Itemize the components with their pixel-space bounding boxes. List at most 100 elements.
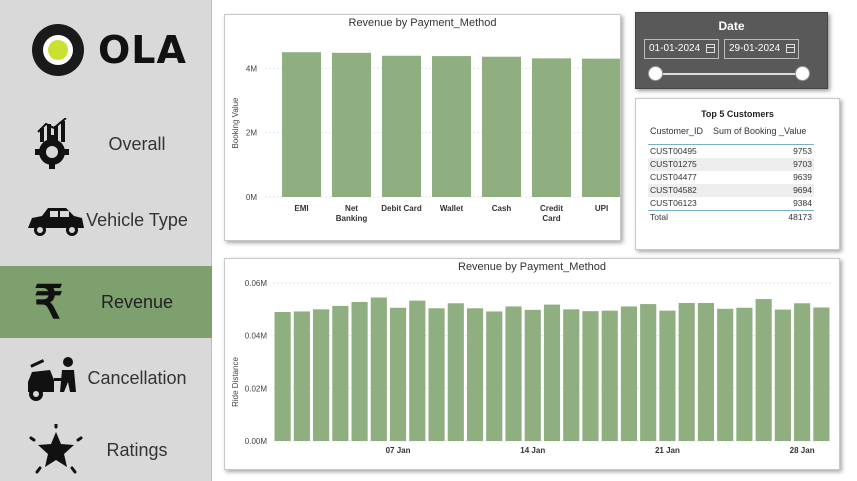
bar[interactable] bbox=[717, 308, 734, 441]
ola-logo: OLA bbox=[30, 22, 190, 78]
x-tick-label: EMI bbox=[294, 204, 308, 213]
x-tick-label: 28 Jan bbox=[790, 446, 815, 455]
bar[interactable] bbox=[755, 299, 772, 441]
ride-distance-bar-chart: 0.00M 0.02M 0.04M 0.06M Ride Distance 07 Jan 1… bbox=[231, 279, 831, 455]
nav-label-cancellation: Cancellation bbox=[87, 368, 187, 388]
cell-customer-id: CUST04477 bbox=[650, 172, 697, 182]
nav-item-cancellation[interactable]: Cancellation bbox=[0, 342, 212, 414]
bar[interactable] bbox=[382, 55, 421, 197]
nav-label-overall: Overall bbox=[108, 134, 166, 154]
bar[interactable] bbox=[447, 303, 464, 441]
bar[interactable] bbox=[389, 307, 407, 441]
nav-label-revenue: Revenue bbox=[100, 292, 174, 312]
nav-item-revenue[interactable]: ₹ Revenue bbox=[0, 266, 212, 338]
bar[interactable] bbox=[813, 307, 830, 441]
nav-item-overall[interactable]: Overall bbox=[0, 108, 212, 180]
bar[interactable] bbox=[620, 306, 638, 441]
table-total-row: Total 48173 bbox=[648, 210, 814, 223]
cell-customer-id: CUST06123 bbox=[650, 198, 697, 208]
table-row: CUST04582 9694 bbox=[648, 184, 814, 197]
cell-booking-value: 9694 bbox=[793, 185, 812, 195]
nav-item-vehicle-type[interactable]: Vehicle Type bbox=[0, 184, 212, 256]
bar[interactable] bbox=[332, 52, 371, 197]
x-tick-label: Card bbox=[542, 214, 560, 223]
svg-text:₹: ₹ bbox=[34, 276, 63, 328]
bar[interactable] bbox=[774, 309, 791, 441]
bar[interactable] bbox=[563, 309, 580, 441]
y-tick-label: 4M bbox=[246, 64, 257, 73]
bar[interactable] bbox=[640, 304, 657, 441]
bar[interactable] bbox=[524, 309, 541, 441]
bar[interactable] bbox=[482, 56, 521, 197]
logo-text: OLA bbox=[98, 28, 187, 72]
date-range-track[interactable] bbox=[656, 73, 804, 75]
table-row: CUST00495 9753 bbox=[648, 145, 814, 158]
x-tick-label: 07 Jan bbox=[386, 446, 411, 455]
table-row: CUST06123 9384 bbox=[648, 197, 814, 210]
table-body: CUST00495 9753 CUST01275 9703 CUST04477 … bbox=[648, 144, 814, 223]
column-header-customer-id[interactable]: Customer_ID bbox=[650, 126, 703, 136]
y-axis-label: Ride Distance bbox=[231, 357, 240, 407]
bar[interactable] bbox=[659, 310, 676, 441]
total-label: Total bbox=[650, 212, 668, 222]
date-range-start-handle[interactable] bbox=[648, 66, 663, 81]
nav-item-ratings[interactable]: Ratings bbox=[0, 414, 212, 481]
bar[interactable] bbox=[370, 297, 387, 441]
cell-booking-value: 9384 bbox=[793, 198, 812, 208]
bar[interactable] bbox=[282, 52, 321, 197]
date-slicer: Date 01-01-2024 29-01-2024 bbox=[635, 12, 828, 89]
bar[interactable] bbox=[466, 308, 484, 441]
start-date-value: 01-01-2024 bbox=[649, 43, 701, 54]
bar[interactable] bbox=[486, 311, 503, 441]
bar[interactable] bbox=[505, 306, 522, 441]
bar[interactable] bbox=[543, 304, 561, 441]
cell-booking-value: 9753 bbox=[793, 146, 812, 156]
x-tick-label: Cash bbox=[492, 204, 512, 213]
bar[interactable] bbox=[582, 58, 620, 197]
x-tick-label: 14 Jan bbox=[520, 446, 545, 455]
total-value: 48173 bbox=[788, 212, 812, 222]
cell-booking-value: 9703 bbox=[793, 159, 812, 169]
payment-method-chart-card: Revenue by Payment_Method 0M 2M 4M Booking … bbox=[224, 14, 621, 241]
x-tick-label: Banking bbox=[336, 214, 368, 223]
nav-label-ratings: Ratings bbox=[106, 440, 168, 460]
table-title: Top 5 Customers bbox=[701, 109, 774, 119]
y-axis-label: Booking Value bbox=[231, 97, 240, 149]
table-row: CUST04477 9639 bbox=[648, 171, 814, 184]
bar[interactable] bbox=[351, 301, 368, 441]
bar[interactable] bbox=[736, 307, 753, 441]
bar[interactable] bbox=[293, 311, 310, 441]
bar[interactable] bbox=[601, 310, 618, 441]
bar[interactable] bbox=[432, 56, 471, 197]
bar[interactable] bbox=[582, 311, 599, 441]
sidebar: OLA Overall Vehicle Type ₹ Revenue Cance… bbox=[0, 0, 212, 481]
bar[interactable] bbox=[274, 311, 291, 441]
date-range-end-handle[interactable] bbox=[795, 66, 810, 81]
bar[interactable] bbox=[313, 309, 330, 441]
bar[interactable] bbox=[697, 303, 715, 441]
ride-distance-chart-card: Revenue by Payment_Method 0.00M 0.02M 0.04… bbox=[224, 258, 840, 470]
bar[interactable] bbox=[428, 308, 445, 441]
y-tick-label: 0.04M bbox=[245, 332, 268, 341]
calendar-icon[interactable] bbox=[706, 44, 715, 53]
bar[interactable] bbox=[794, 303, 811, 441]
y-tick-label: 0.00M bbox=[245, 437, 268, 446]
bar[interactable] bbox=[332, 305, 349, 441]
ola-logo-icon bbox=[32, 24, 84, 76]
x-tick-label: Debit Card bbox=[381, 204, 422, 213]
cell-customer-id: CUST00495 bbox=[650, 146, 697, 156]
payment-method-bar-chart: 0M 2M 4M Booking Value EMI NetBanking Debit Ca… bbox=[231, 52, 620, 223]
bar[interactable] bbox=[409, 300, 426, 441]
cell-booking-value: 9639 bbox=[793, 172, 812, 182]
bar[interactable] bbox=[532, 58, 571, 198]
cell-customer-id: CUST01275 bbox=[650, 159, 697, 169]
start-date-input[interactable]: 01-01-2024 bbox=[644, 39, 719, 59]
nav-label-vehicle-type: Vehicle Type bbox=[86, 210, 188, 230]
date-slicer-title: Date bbox=[718, 19, 745, 33]
calendar-icon[interactable] bbox=[786, 44, 795, 53]
end-date-input[interactable]: 29-01-2024 bbox=[724, 39, 799, 59]
column-header-booking-value[interactable]: Sum of Booking _Value bbox=[713, 126, 806, 136]
y-tick-label: 0.06M bbox=[245, 279, 268, 288]
bar[interactable] bbox=[678, 303, 695, 441]
y-tick-label: 0M bbox=[246, 193, 257, 202]
